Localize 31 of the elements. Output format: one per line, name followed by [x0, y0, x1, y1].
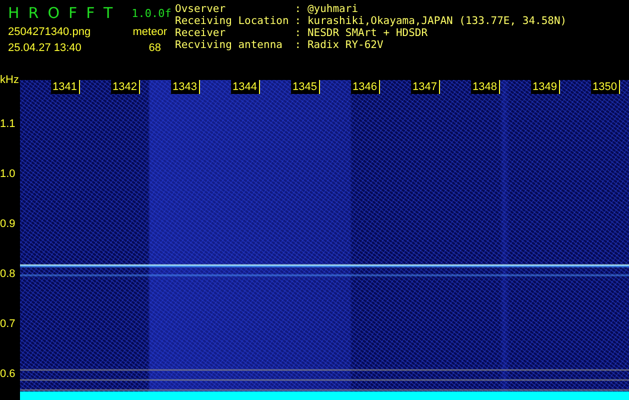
y-tick-label: 1.1	[0, 117, 16, 132]
x-tick-label: 1346	[350, 80, 380, 94]
x-tick-label: 1347	[410, 80, 440, 94]
x-tick-label: 1344	[230, 80, 260, 94]
meteor-count: 68	[148, 42, 162, 54]
info-value: : kurashiki,Okayama,JAPAN (133.77E, 34.58N)	[294, 15, 567, 27]
y-tick-label: 0.6	[0, 367, 16, 382]
x-tick-label: 1343	[170, 80, 200, 94]
y-tick-label: 0.7	[0, 317, 16, 332]
x-tick-label: 1350	[590, 80, 620, 94]
unit-label: kHz	[0, 74, 20, 86]
y-tick-label: 0.9	[0, 217, 16, 232]
info-value: : @yuhmari	[294, 3, 360, 15]
info-label: Receiving Location	[175, 15, 289, 27]
version-label: 1.0.0f	[132, 6, 172, 20]
info-label: Recviving antenna	[175, 39, 284, 51]
file-name: 2504271340.png	[8, 26, 91, 38]
x-tick-label: 1342	[110, 80, 140, 94]
x-tick-label: 1345	[290, 80, 320, 94]
x-tick-label: 1341	[50, 80, 80, 94]
date-time: 25.04.27 13:40	[8, 42, 82, 54]
x-tick-label: 1348	[470, 80, 500, 94]
x-tick-label: 1349	[530, 80, 560, 94]
info-value: : Radix RY-62V	[294, 39, 384, 51]
app-title: HROFFT	[8, 4, 122, 22]
meteor-label: meteor	[132, 26, 167, 38]
info-value: : NESDR SMArt + HDSDR	[294, 27, 429, 39]
y-tick-label: 1.0	[0, 167, 16, 182]
y-tick-label: 0.8	[0, 267, 16, 282]
info-label: Receiver	[175, 27, 227, 39]
info-label: Ovserver	[175, 3, 227, 15]
